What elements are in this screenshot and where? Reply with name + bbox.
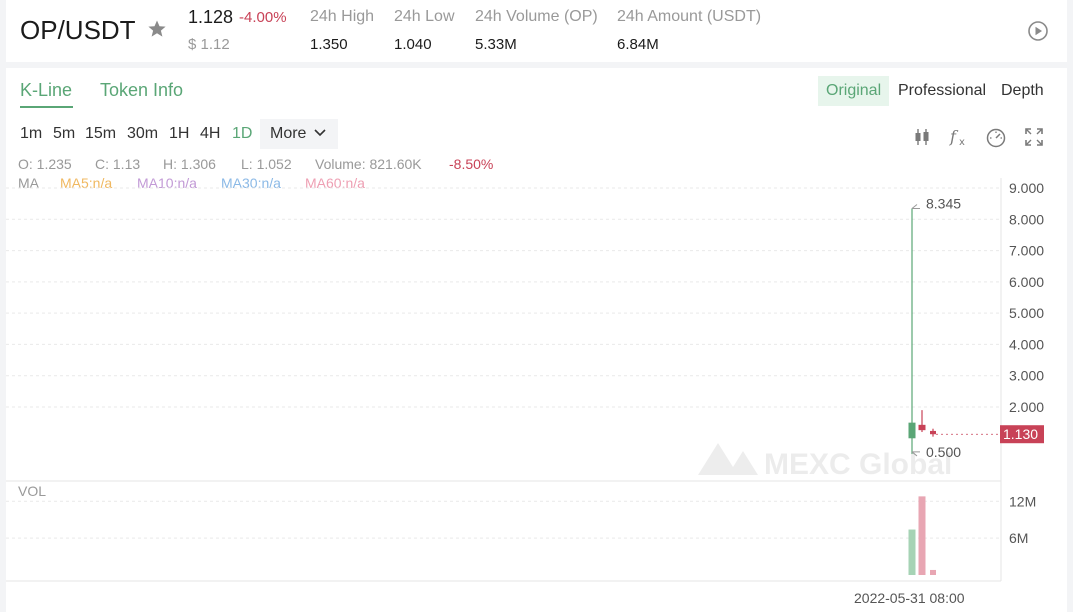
candle-body — [930, 430, 936, 435]
price-tick-label: 3.000 — [1009, 368, 1044, 384]
price-tick-label: 2.000 — [1009, 399, 1044, 415]
chart-panel: K-Line Token Info Original Professional … — [6, 68, 1067, 612]
stat-24h-high-label: 24h High — [310, 8, 375, 25]
stat-24h-high-value: 1.350 — [310, 36, 348, 53]
last-price: 1.128 — [188, 7, 234, 27]
volume-bar — [908, 529, 916, 575]
stat-24h-volume-label: 24h Volume (OP) — [475, 8, 598, 25]
price-change: -4.00% — [239, 9, 287, 26]
volume-bar — [930, 569, 936, 575]
max-price-label: 8.345 — [926, 195, 961, 211]
volume-label: VOL — [18, 483, 46, 499]
kline-chart[interactable]: 9.000 8.000 7.000 6.000 5.000 4.000 3.000 2.000… — [6, 68, 1067, 612]
price-tick-label: 4.000 — [1009, 336, 1044, 352]
stat-24h-amount-label: 24h Amount (USDT) — [617, 8, 762, 25]
ticker-header: OP/USDT 1.128 -4.00% $ 1.12 24h High 1.3… — [6, 0, 1067, 62]
stat-24h-low-value: 1.040 — [394, 36, 432, 53]
mexc-logo-watermark: MEXC Global — [698, 443, 952, 481]
candle-body — [918, 424, 926, 431]
time-axis-label: 2022-05-31 08:00 — [854, 590, 965, 606]
stat-24h-volume-value: 5.33M — [475, 36, 517, 53]
fiat-price: $ 1.12 — [188, 36, 230, 53]
candle-body — [908, 422, 916, 439]
price-tick-label: 7.000 — [1009, 243, 1044, 259]
last-price-value: 1.130 — [1003, 426, 1038, 442]
watermark-text: MEXC Global — [764, 448, 952, 481]
star-icon[interactable] — [147, 19, 167, 39]
min-price-label: 0.500 — [926, 444, 961, 460]
price-tick-label: 5.000 — [1009, 305, 1044, 321]
price-tick-label: 8.000 — [1009, 211, 1044, 227]
price-tick-label: 6.000 — [1009, 274, 1044, 290]
mexc-logo-icon — [698, 443, 758, 475]
stat-24h-amount-value: 6.84M — [617, 36, 659, 53]
pair-name: OP/USDT — [20, 15, 136, 45]
volume-tick-label: 6M — [1009, 530, 1028, 546]
volume-tick-label: 12M — [1009, 493, 1036, 509]
play-circle-icon[interactable] — [1027, 20, 1049, 42]
max-price-marker — [911, 204, 920, 209]
price-tick-label: 9.000 — [1009, 180, 1044, 196]
stat-24h-low-label: 24h Low — [394, 8, 455, 25]
volume-bar — [918, 496, 926, 575]
